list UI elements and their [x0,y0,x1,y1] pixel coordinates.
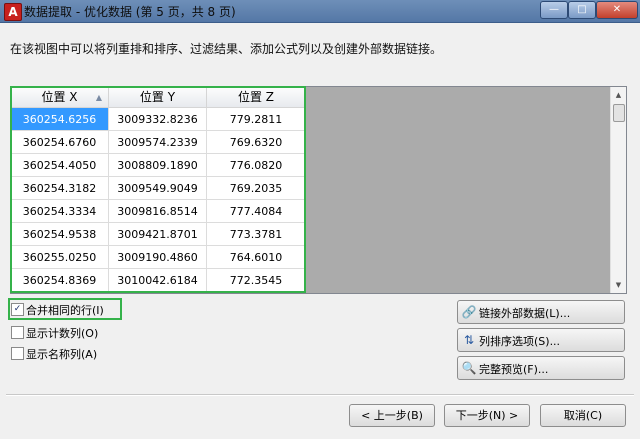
vertical-scrollbar[interactable]: ▲ ▼ [610,87,626,293]
sort-az-icon: ⇅ [463,333,475,347]
table-highlight-annotation [10,86,306,293]
title-bar: A 数据提取 - 优化数据 (第 5 页，共 8 页) — □ ✕ [0,0,640,23]
cancel-button[interactable]: 取消(C) [540,404,626,427]
close-button[interactable]: ✕ [596,1,638,19]
window-title: 数据提取 - 优化数据 (第 5 页，共 8 页) [24,5,236,19]
column-sort-options-button[interactable]: ⇅ 列排序选项(S)... [457,328,625,352]
autocad-logo-icon: A [4,3,22,21]
button-label: 完整预览(F)... [479,363,549,376]
button-label: 列排序选项(S)... [479,335,561,348]
scroll-thumb[interactable] [613,104,625,122]
minimize-button[interactable]: — [540,1,568,19]
back-button[interactable]: < 上一步(B) [349,404,435,427]
merge-option-highlight-annotation [8,298,122,320]
full-preview-button[interactable]: 🔍 完整预览(F)... [457,356,625,380]
link-icon: 🔗 [461,305,477,319]
description-text: 在该视图中可以将列重排和排序、过滤结果、添加公式列以及创建外部数据链接。 [10,42,443,56]
scroll-down-icon[interactable]: ▼ [612,278,625,292]
link-external-data-button[interactable]: 🔗 链接外部数据(L)... [457,300,625,324]
preview-icon: 🔍 [461,361,477,375]
scroll-up-icon[interactable]: ▲ [612,88,625,102]
checkbox-label: 显示计数列(O) [26,327,99,340]
button-label: 链接外部数据(L)... [479,307,571,320]
next-button[interactable]: 下一步(N) > [444,404,530,427]
checkbox-unchecked-icon [11,347,24,360]
checkbox-unchecked-icon [11,326,24,339]
footer-divider [6,394,634,396]
checkbox-label: 显示名称列(A) [26,348,98,361]
maximize-button[interactable]: □ [568,1,596,19]
